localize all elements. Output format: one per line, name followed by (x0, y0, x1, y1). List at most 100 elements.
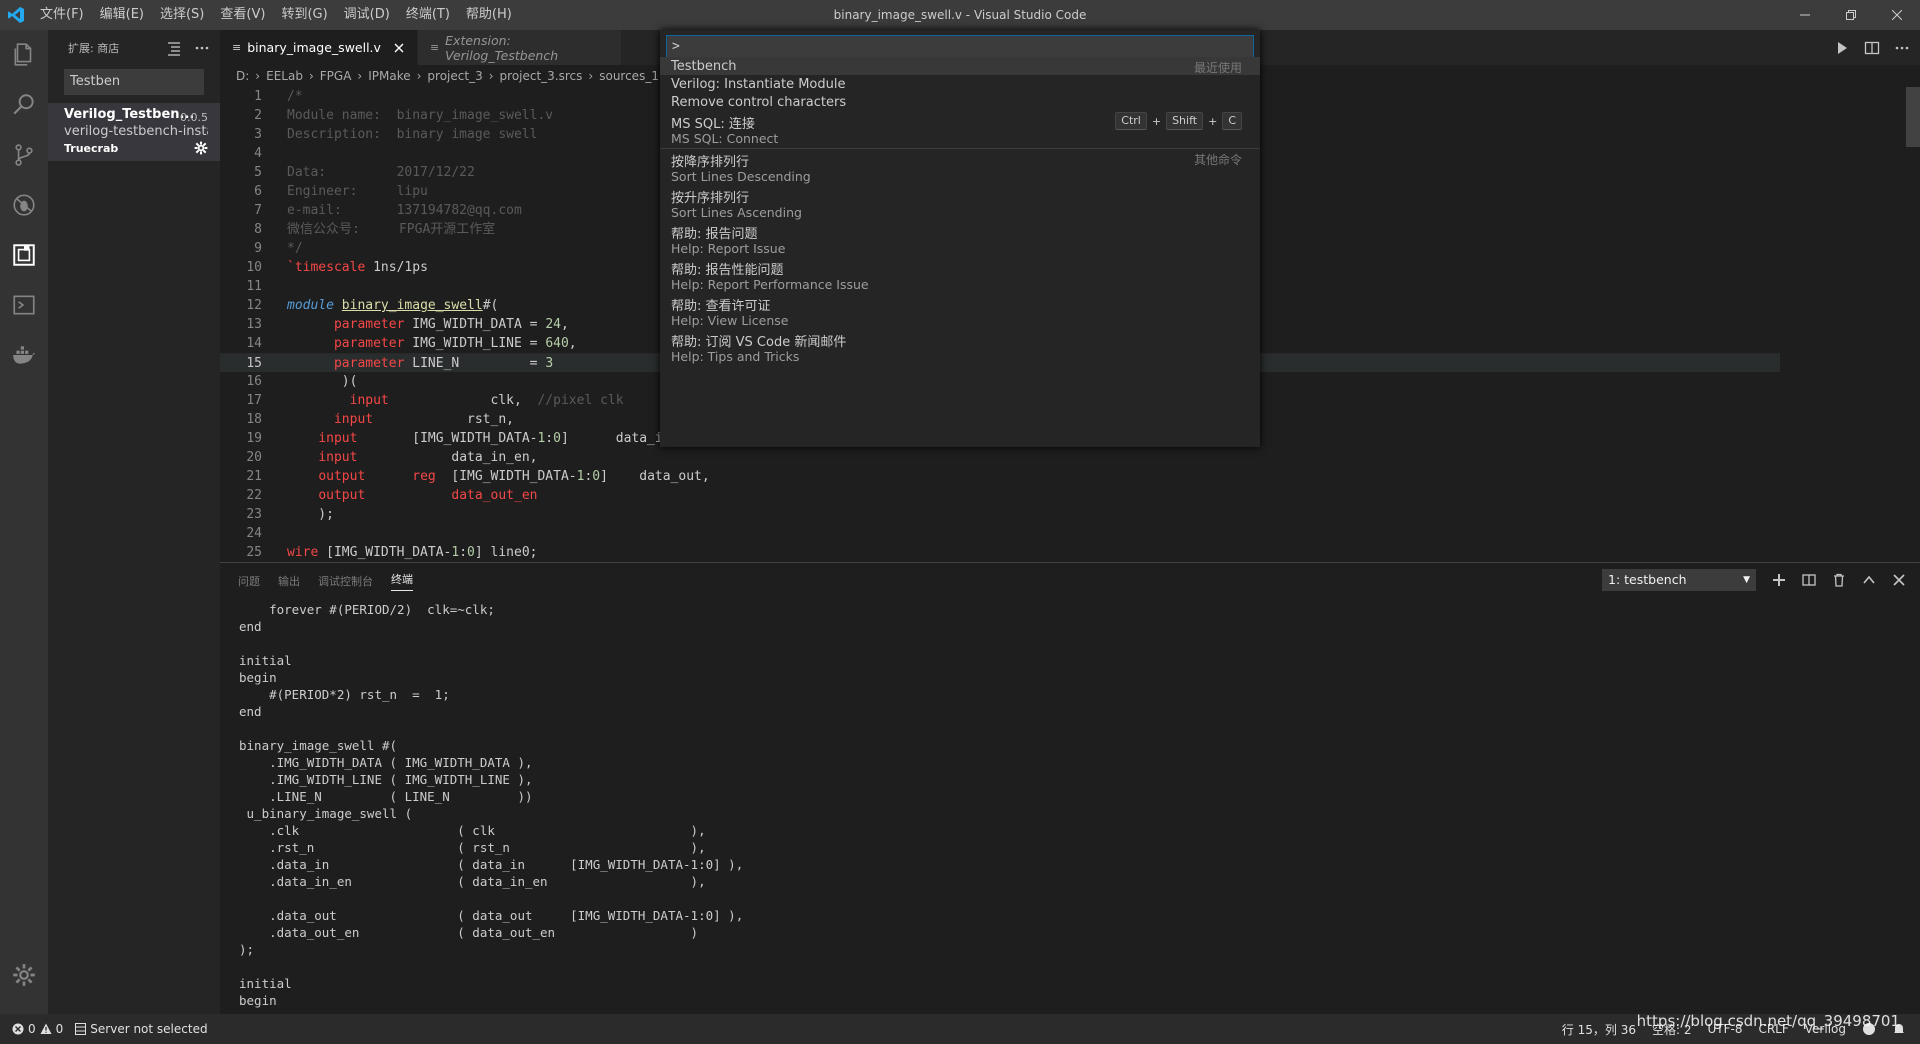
panel-tab-problems[interactable]: 问题 (238, 573, 260, 589)
problems-status[interactable]: 0 0 (12, 1022, 63, 1036)
panel-tab-debug-console[interactable]: 调试控制台 (318, 573, 373, 589)
menu-terminal[interactable]: 终端(T) (398, 0, 458, 30)
scrollbar-thumb[interactable] (1906, 87, 1920, 147)
command-label: Verilog: Instantiate Module (671, 77, 846, 92)
split-terminal-icon[interactable] (1802, 573, 1816, 587)
keybinding-plus: + (1151, 114, 1162, 128)
breadcrumb-item[interactable]: sources_1 (599, 69, 659, 83)
command-item[interactable]: 帮助: 报告问题 Help: Report Issue (660, 221, 1260, 257)
code-line[interactable]: 22 output data_out_en (220, 486, 1780, 505)
debug-icon (13, 194, 35, 216)
panel-tab-terminal[interactable]: 终端 (391, 571, 413, 591)
minimize-button[interactable] (1782, 0, 1828, 30)
code-line[interactable]: 20 input data_in_en, (220, 448, 1780, 467)
menu-debug[interactable]: 调试(D) (336, 0, 398, 30)
breadcrumb-item[interactable]: D: (236, 69, 249, 83)
tab-binary-image-swell[interactable]: ≡ binary_image_swell.v (220, 30, 418, 65)
menu-help[interactable]: 帮助(H) (458, 0, 520, 30)
command-item[interactable]: 帮助: 订阅 VS Code 新闻邮件 Help: Tips and Tricks (660, 329, 1260, 365)
menu-bar: 文件(F) 编辑(E) 选择(S) 查看(V) 转到(G) 调试(D) 终端(T… (32, 0, 520, 30)
extension-search-input[interactable]: Testben (64, 69, 204, 95)
chevron-right-icon: › (308, 69, 314, 83)
editor-scrollbar[interactable] (1906, 87, 1920, 562)
command-item[interactable]: 帮助: 报告性能问题 Help: Report Performance Issue (660, 257, 1260, 293)
sidebar-title: 扩展: 商店 (68, 41, 120, 55)
gear-icon (13, 964, 35, 986)
docker-button[interactable] (0, 330, 48, 380)
line-number: 23 (246, 507, 262, 522)
trash-icon[interactable] (1832, 573, 1846, 587)
search-icon (13, 94, 34, 115)
command-item[interactable]: 按降序排列行 Sort Lines Descending 其他命令 (660, 149, 1260, 185)
terminal-select-value: 1: testbench (1608, 572, 1687, 587)
tab-extension-verilog-testbench[interactable]: ≡ Extension: Verilog_Testbench (417, 30, 622, 65)
extension-item[interactable]: Verilog_Testben... 0.0.5 verilog-testben… (48, 103, 220, 161)
command-label: 帮助: 查看许可证 (671, 299, 771, 314)
restore-button[interactable] (1828, 0, 1874, 30)
command-item[interactable]: Remove control characters (660, 93, 1260, 111)
menu-file[interactable]: 文件(F) (32, 0, 92, 30)
keybinding-plus: + (1208, 114, 1218, 128)
terminal-output[interactable]: forever #(PERIOD/2) clk=~clk; end initia… (239, 601, 743, 1009)
breadcrumb-item[interactable]: EELab (266, 69, 303, 83)
manage-button[interactable] (0, 950, 48, 1000)
code-line[interactable]: 25 wire [IMG_WIDTH_DATA-1:0] line0; (220, 543, 1780, 562)
source-control-button[interactable] (0, 130, 48, 180)
run-icon[interactable] (1834, 40, 1850, 56)
debug-button[interactable] (0, 180, 48, 230)
more-actions-icon[interactable] (1894, 40, 1910, 56)
new-terminal-icon[interactable] (1772, 573, 1786, 587)
close-panel-icon[interactable] (1892, 573, 1906, 587)
cursor-position[interactable]: 行 15，列 36 (1562, 1021, 1636, 1038)
error-icon (12, 1023, 24, 1035)
file-type-icon: ≡ (232, 41, 242, 54)
terminal-view-button[interactable] (0, 280, 48, 330)
breadcrumb-item[interactable]: FPGA (320, 69, 352, 83)
command-label: Remove control characters (671, 95, 847, 110)
code-text: Module name: binary_image_swell.v (287, 108, 554, 123)
code-text: parameter IMG_WIDTH_LINE = 640, (333, 336, 577, 351)
command-sublabel: Help: Report Performance Issue (671, 277, 869, 292)
terminal-select[interactable]: 1: testbench ▼ (1602, 569, 1756, 591)
command-item[interactable]: 按升序排列行 Sort Lines Ascending (660, 185, 1260, 221)
chevron-right-icon: › (357, 69, 363, 83)
close-tab-icon[interactable] (393, 42, 405, 54)
breadcrumb-item[interactable]: project_3.srcs (500, 69, 583, 83)
code-text: input clk, //pixel clk (349, 393, 624, 408)
line-number: 13 (246, 317, 262, 332)
keybinding-key: Ctrl (1115, 112, 1147, 130)
menu-selection[interactable]: 选择(S) (152, 0, 212, 30)
menu-go[interactable]: 转到(G) (273, 0, 335, 30)
chevron-up-icon[interactable] (1862, 573, 1876, 587)
command-item[interactable]: Testbench 最近使用 (660, 57, 1260, 75)
explorer-button[interactable] (0, 30, 48, 80)
code-text: Data: 2017/12/22 (287, 165, 475, 180)
code-line[interactable]: 21 output reg [IMG_WIDTH_DATA-1:0] data_… (220, 467, 1780, 486)
chevron-down-icon: ▼ (1743, 575, 1750, 585)
line-number: 24 (246, 526, 262, 541)
menu-view[interactable]: 查看(V) (212, 0, 273, 30)
close-window-button[interactable] (1874, 0, 1920, 30)
more-actions-icon[interactable] (194, 40, 210, 56)
line-number: 5 (254, 165, 262, 180)
command-palette-input[interactable]: > (666, 35, 1254, 59)
command-item[interactable]: Verilog: Instantiate Module (660, 75, 1260, 93)
keybinding: Ctrl + Shift + C (1115, 112, 1242, 130)
extensions-button[interactable] (0, 230, 48, 280)
sql-server-status[interactable]: Server not selected (75, 1022, 208, 1036)
panel-tab-output[interactable]: 输出 (278, 573, 300, 589)
extension-gear-icon[interactable] (194, 141, 208, 155)
command-item[interactable]: MS SQL: 连接 MS SQL: Connect Ctrl + Shift + C (660, 111, 1260, 147)
chevron-right-icon: › (255, 69, 261, 83)
code-line[interactable]: 23 ); (220, 505, 1780, 524)
code-text: input rst_n, (333, 412, 514, 427)
warning-count: 0 (55, 1022, 64, 1036)
search-button[interactable] (0, 80, 48, 130)
menu-edit[interactable]: 编辑(E) (92, 0, 152, 30)
split-editor-icon[interactable] (1864, 40, 1880, 56)
breadcrumb-item[interactable]: IPMake (368, 69, 410, 83)
code-line[interactable]: 24 (220, 524, 1780, 543)
breadcrumb-item[interactable]: project_3 (427, 69, 482, 83)
command-item[interactable]: 帮助: 查看许可证 Help: View License (660, 293, 1260, 329)
filter-list-icon[interactable] (166, 40, 182, 56)
